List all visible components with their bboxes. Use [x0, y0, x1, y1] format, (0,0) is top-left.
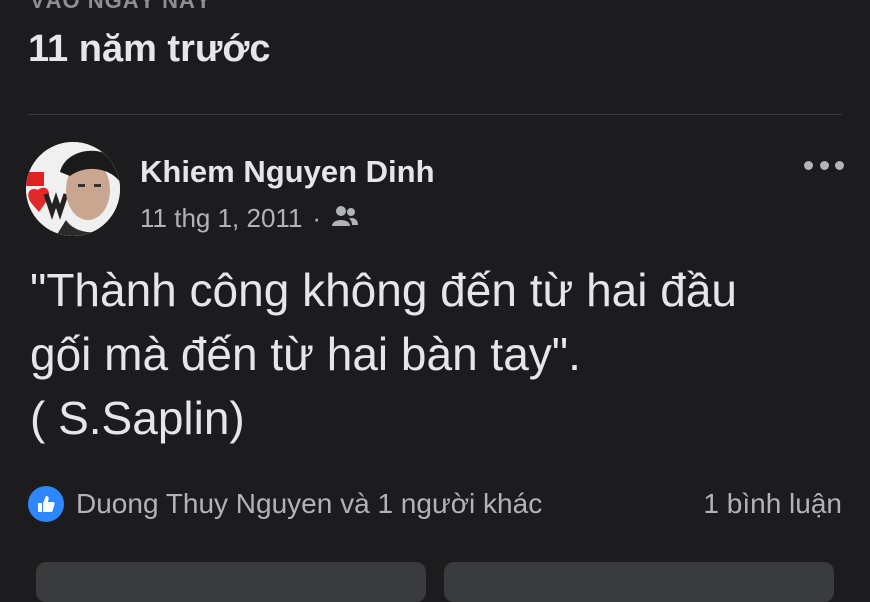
more-dot-icon — [804, 160, 813, 170]
post-date[interactable]: 11 thg 1, 2011 — [140, 203, 302, 234]
author-name[interactable]: Khiem Nguyen Dinh — [140, 154, 435, 190]
comments-count[interactable]: 1 bình luận — [703, 488, 842, 520]
avatar[interactable] — [26, 142, 120, 236]
profile-photo — [26, 142, 120, 236]
more-dot-icon — [835, 160, 844, 170]
reactions-summary[interactable]: Duong Thuy Nguyen và 1 người khác — [28, 486, 542, 522]
post-meta: 11 thg 1, 2011 · — [140, 203, 359, 234]
post-text: "Thành công không đến từ hai đầu gối mà … — [30, 264, 737, 444]
more-dot-icon — [819, 160, 829, 170]
friends-icon — [331, 203, 359, 234]
share-button[interactable] — [36, 562, 426, 602]
like-icon — [28, 486, 64, 522]
more-options-button[interactable] — [804, 150, 844, 180]
reactions-bar: Duong Thuy Nguyen và 1 người khác 1 bình… — [28, 486, 842, 522]
divider — [28, 114, 842, 115]
send-button[interactable] — [444, 562, 834, 602]
memory-section-label: VÀO NGÀY NÀY — [30, 0, 212, 13]
meta-separator: · — [312, 203, 322, 233]
years-ago-heading: 11 năm trước — [28, 28, 271, 70]
reactions-text: Duong Thuy Nguyen và 1 người khác — [76, 488, 543, 519]
